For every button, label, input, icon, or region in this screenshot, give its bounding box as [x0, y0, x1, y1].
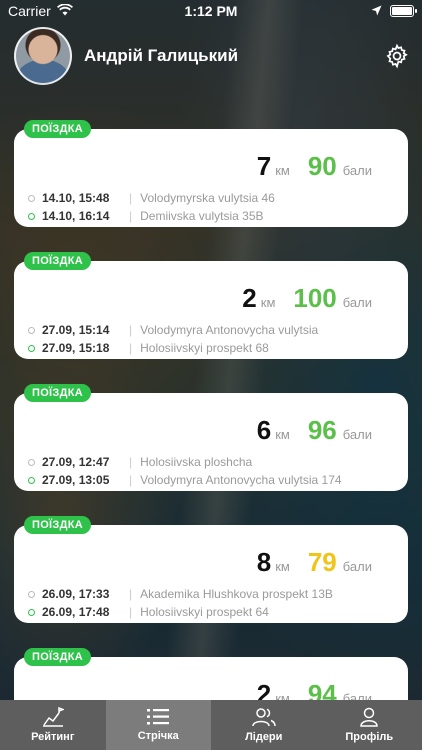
- start-time: 14.10, 15:48: [42, 191, 110, 205]
- trip-badge: ПОЇЗДКА: [24, 120, 91, 138]
- end-time: 14.10, 16:14: [42, 209, 110, 223]
- location-arrow-icon: [371, 3, 382, 19]
- tab-profile[interactable]: Профіль: [317, 700, 422, 750]
- divider: |: [129, 323, 133, 337]
- end-time: 26.09, 17:48: [42, 605, 110, 619]
- start-time: 27.09, 12:47: [42, 455, 110, 469]
- avatar[interactable]: [14, 27, 72, 85]
- trip-badge: ПОЇЗДКА: [24, 252, 91, 270]
- status-bar: Carrier 1:12 PM: [0, 0, 422, 22]
- distance-unit: км: [275, 559, 290, 574]
- carrier-label: Carrier: [8, 3, 51, 19]
- distance-value: 2: [242, 283, 257, 313]
- points-unit: бали: [342, 163, 372, 178]
- end-time: 27.09, 13:05: [42, 473, 110, 487]
- user-name: Андрій Галицький: [84, 46, 239, 65]
- trip-badge: ПОЇЗДКА: [24, 648, 91, 666]
- person-icon: [360, 707, 379, 727]
- end-dot-icon: [28, 344, 35, 352]
- trip-card-body[interactable]: 8 км 79 бали 26.09, 17:33 | Akademika Hl…: [14, 525, 408, 623]
- tab-bar: Рейтинг Стрічка Лідери Профіль: [0, 700, 422, 750]
- distance-value: 6: [256, 415, 272, 445]
- points-unit: бали: [342, 559, 372, 574]
- end-time: 27.09, 15:18: [42, 341, 110, 355]
- tab-feed[interactable]: Стрічка: [105, 700, 211, 750]
- start-dot-icon: [28, 326, 35, 334]
- end-address: Holosiivskyi prospekt 64: [140, 605, 269, 619]
- tab-leaders[interactable]: Лідери: [211, 700, 317, 750]
- divider: |: [129, 209, 133, 223]
- start-dot-icon: [28, 458, 35, 466]
- tab-rating-label: Рейтинг: [31, 731, 75, 743]
- distance-value: 7: [256, 151, 272, 181]
- points-unit: бали: [342, 295, 372, 310]
- points-unit: бали: [342, 691, 372, 700]
- wifi-icon: [56, 3, 73, 19]
- tab-rating[interactable]: Рейтинг: [0, 700, 106, 750]
- points-value: 100: [293, 283, 337, 313]
- divider: |: [129, 587, 133, 601]
- tab-profile-label: Профіль: [345, 731, 394, 743]
- profile-header: Андрій Галицький: [14, 26, 412, 86]
- end-dot-icon: [28, 212, 35, 220]
- start-dot-icon: [28, 590, 35, 598]
- end-address: Holosiivskyi prospekt 68: [140, 341, 269, 355]
- start-address: Akademika Hlushkova prospekt 13B: [140, 587, 333, 601]
- trip-badge: ПОЇЗДКА: [24, 516, 91, 534]
- divider: |: [129, 341, 133, 355]
- trip-badge: ПОЇЗДКА: [24, 384, 91, 402]
- trip-feed[interactable]: ПОЇЗДКА 7 км 90 бали 14.10, 15:48 | Volo…: [0, 120, 422, 700]
- end-dot-icon: [28, 476, 35, 484]
- divider: |: [129, 605, 133, 619]
- status-time: 1:12 PM: [184, 3, 238, 19]
- distance-unit: км: [260, 295, 276, 310]
- trip-card-body[interactable]: 7 км 90 бали 14.10, 15:48 | Volodymyrska…: [14, 129, 408, 227]
- start-address: Volodymyrska vulytsia 46: [140, 191, 275, 205]
- start-time: 26.09, 17:33: [42, 587, 110, 601]
- trip-card-body[interactable]: 6 км 96 бали 27.09, 12:47 | Holosiivska …: [14, 393, 408, 491]
- end-dot-icon: [28, 608, 35, 616]
- points-value: 94: [307, 679, 337, 700]
- distance-unit: км: [275, 427, 290, 442]
- end-address: Demiivska vulytsia 35B: [140, 209, 264, 223]
- tab-feed-label: Стрічка: [137, 730, 179, 742]
- distance-unit: км: [275, 691, 290, 700]
- distance-unit: км: [275, 163, 290, 178]
- chart-flag-icon: [42, 707, 64, 727]
- divider: |: [129, 191, 133, 205]
- list-icon: [147, 709, 170, 725]
- start-time: 27.09, 15:14: [42, 323, 110, 337]
- trip-card-body[interactable]: 2 км 100 бали 27.09, 15:14 | Volodymyra …: [14, 261, 408, 359]
- start-address: Holosiivska ploshcha: [140, 455, 253, 469]
- start-address: Volodymyra Antonovycha vulytsia: [140, 323, 319, 337]
- battery-icon: [390, 5, 417, 17]
- divider: |: [129, 455, 133, 469]
- tab-leaders-label: Лідери: [245, 731, 283, 743]
- users-icon: [252, 708, 276, 727]
- points-value: 96: [307, 415, 337, 445]
- distance-value: 8: [256, 547, 272, 577]
- divider: |: [129, 473, 133, 487]
- end-address: Volodymyra Antonovycha vulytsia 174: [140, 473, 342, 487]
- distance-value: 2: [256, 679, 272, 700]
- start-dot-icon: [28, 194, 35, 202]
- points-value: 90: [307, 151, 337, 181]
- settings-gear-icon[interactable]: [382, 41, 412, 71]
- points-value: 79: [307, 547, 337, 577]
- points-unit: бали: [342, 427, 372, 442]
